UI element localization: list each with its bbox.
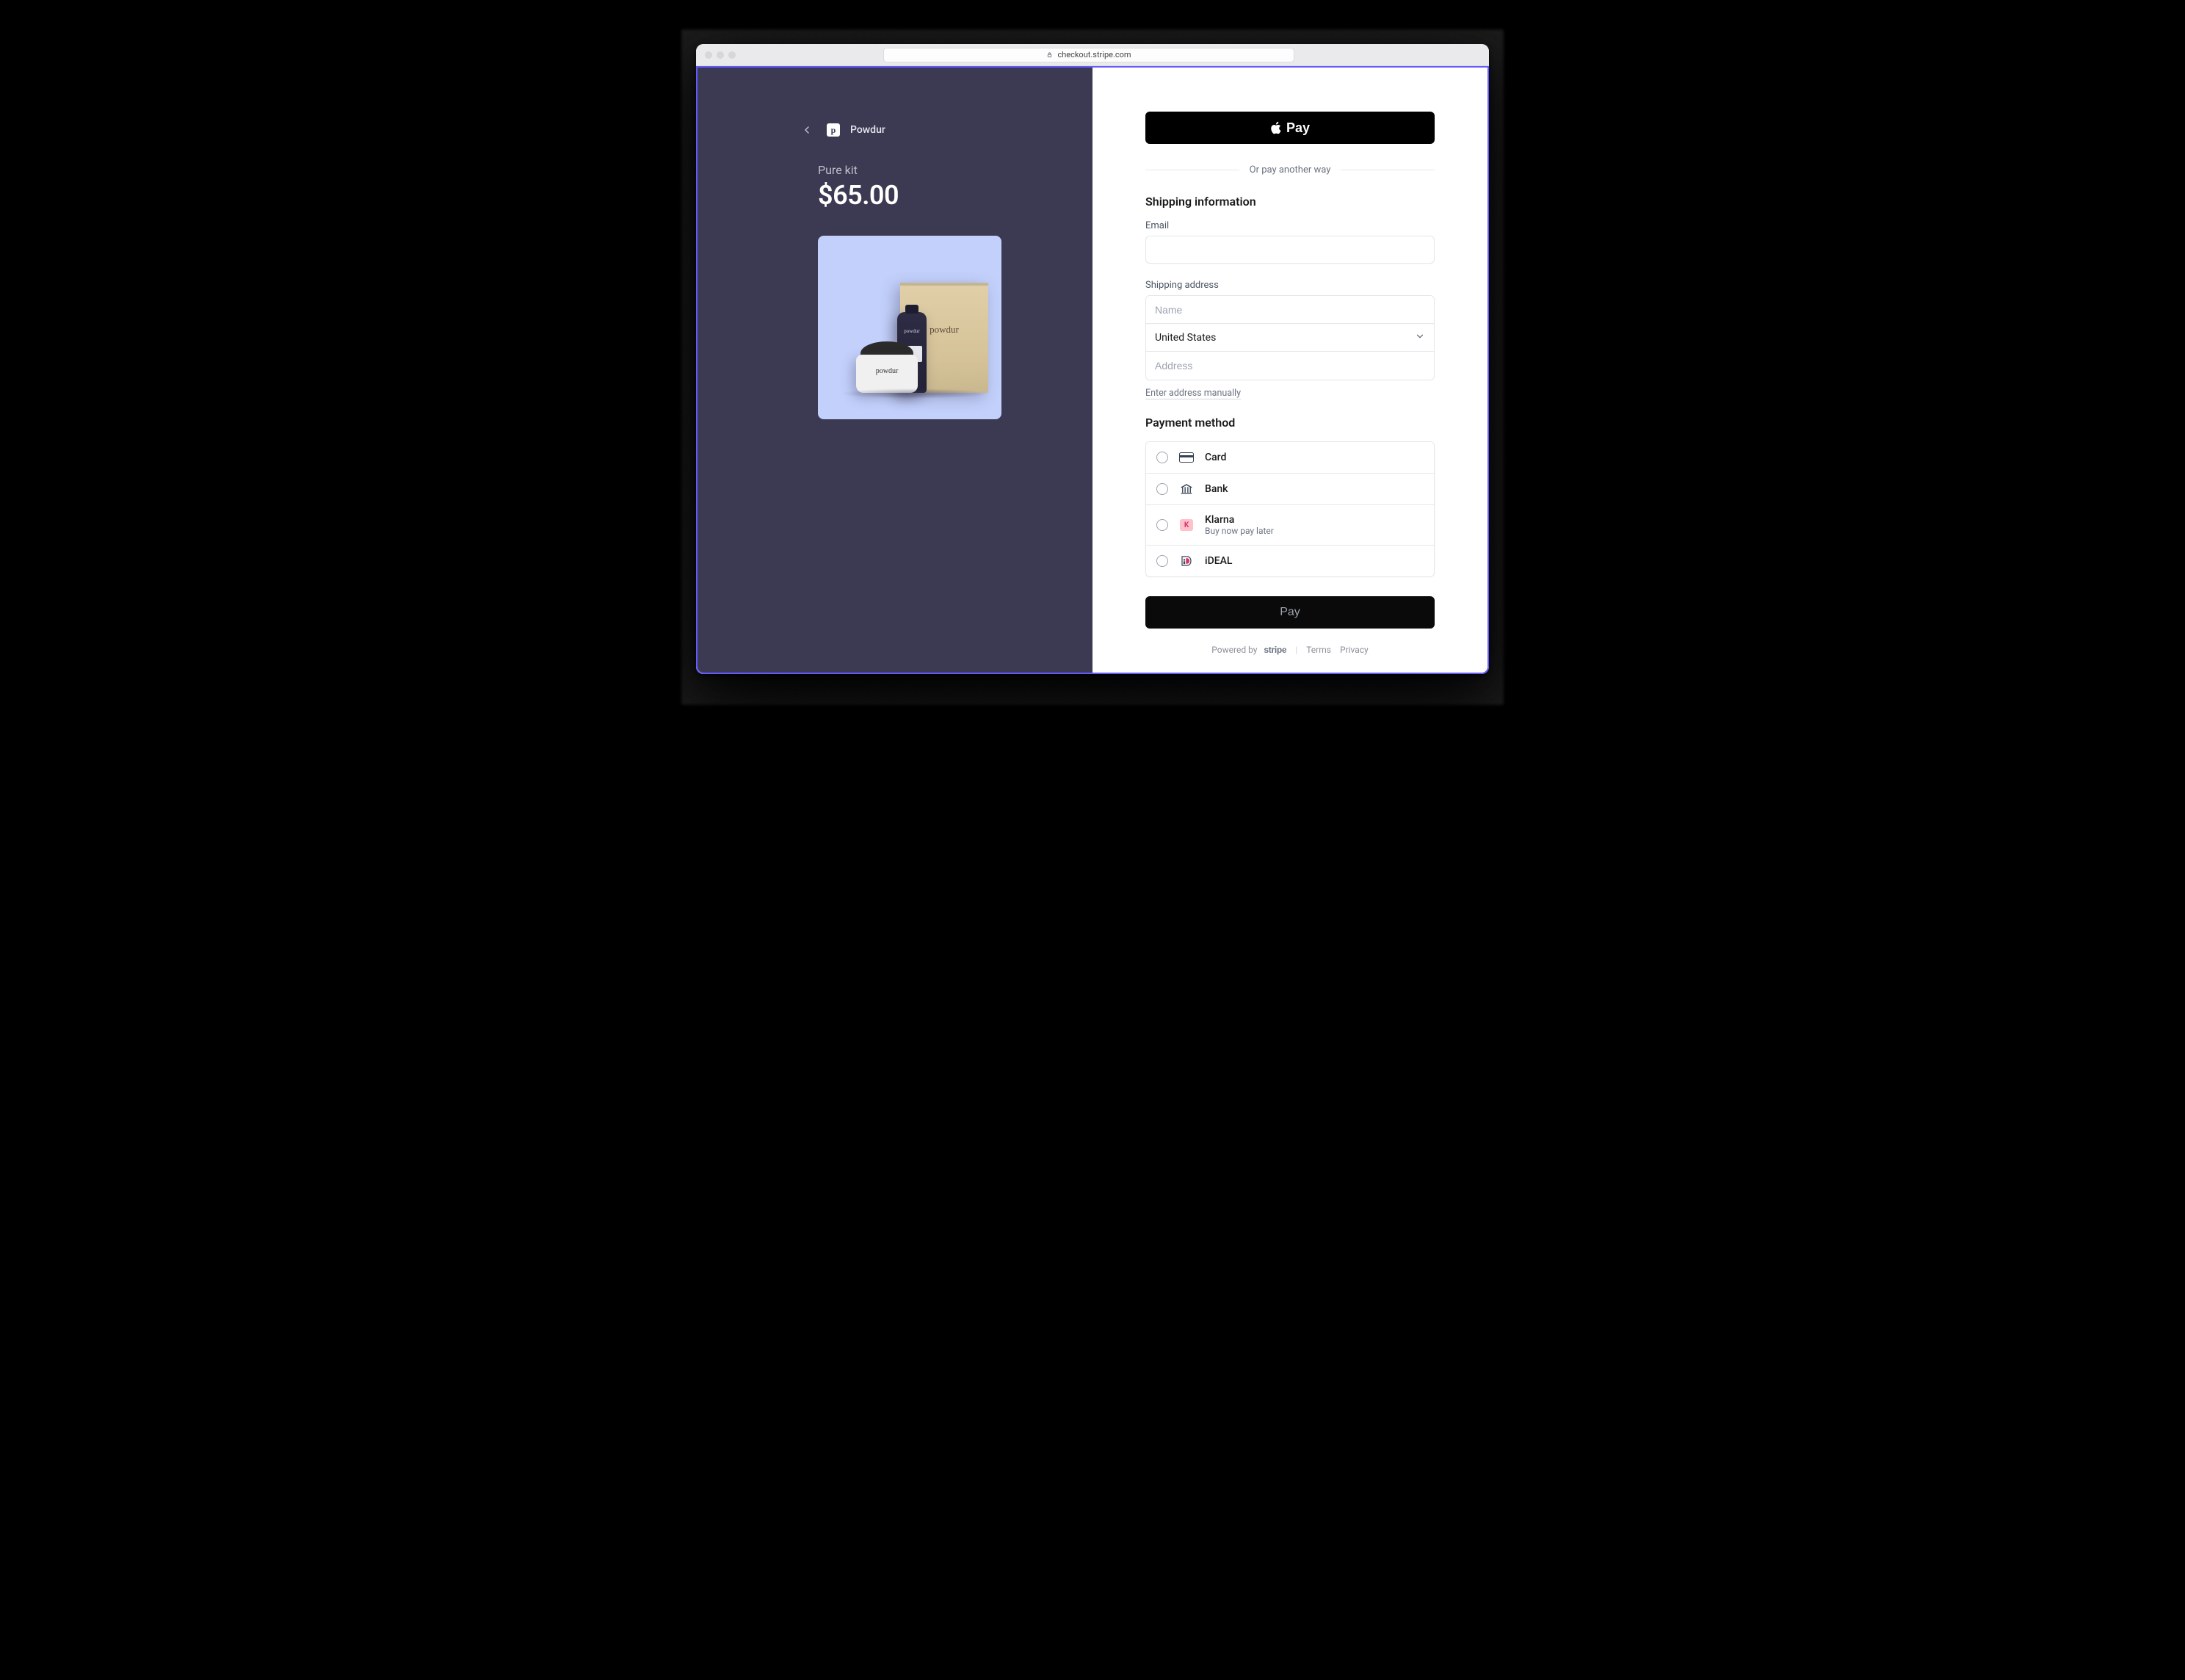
product-title: Pure kit xyxy=(818,163,1046,177)
powered-by-text: Powered by xyxy=(1211,645,1257,655)
shipping-heading: Shipping information xyxy=(1145,195,1435,209)
pay-button[interactable]: Pay xyxy=(1145,596,1435,629)
pm-label: Klarna xyxy=(1205,514,1274,526)
traffic-lights xyxy=(705,51,736,59)
bank-icon xyxy=(1178,482,1195,496)
ideal-icon xyxy=(1178,554,1195,568)
order-summary-pane: p Powdur Pure kit $65.00 powdur powdur xyxy=(697,68,1092,673)
terms-link[interactable]: Terms xyxy=(1306,645,1331,655)
shipping-address-label: Shipping address xyxy=(1145,280,1435,291)
tube-label-text: powdur xyxy=(897,328,927,334)
traffic-min[interactable] xyxy=(717,51,724,59)
url-text: checkout.stripe.com xyxy=(1057,50,1131,59)
browser-chrome: checkout.stripe.com xyxy=(696,44,1489,66)
traffic-close[interactable] xyxy=(705,51,712,59)
manual-address-link[interactable]: Enter address manually xyxy=(1145,388,1241,399)
jar-label-text: powdur xyxy=(876,367,899,375)
merchant-logo: p xyxy=(827,123,840,137)
privacy-link[interactable]: Privacy xyxy=(1340,645,1369,655)
product-price: $65.00 xyxy=(818,180,1046,211)
shipping-address-stack: United States xyxy=(1145,295,1435,380)
country-select[interactable]: United States xyxy=(1146,324,1434,352)
payment-method-list: Card Bank K Klarna Buy n xyxy=(1145,441,1435,577)
merchant-name: Powdur xyxy=(850,124,885,136)
klarna-icon: K xyxy=(1178,518,1195,532)
product-image: powdur powdur powdur xyxy=(818,236,1001,419)
pm-label: Card xyxy=(1205,452,1226,463)
radio-icon xyxy=(1156,452,1168,463)
radio-icon xyxy=(1156,555,1168,567)
url-bar[interactable]: checkout.stripe.com xyxy=(883,48,1294,62)
apple-pay-label: Pay xyxy=(1286,120,1310,136)
express-divider: Or pay another way xyxy=(1145,164,1435,175)
radio-icon xyxy=(1156,519,1168,531)
pm-option-ideal[interactable]: iDEAL xyxy=(1146,546,1434,576)
pm-option-bank[interactable]: Bank xyxy=(1146,474,1434,505)
divider-text: Or pay another way xyxy=(1250,164,1331,175)
country-value: United States xyxy=(1155,332,1216,344)
pay-button-label: Pay xyxy=(1280,606,1300,618)
pm-label: Bank xyxy=(1205,483,1228,495)
apple-icon xyxy=(1270,121,1283,134)
pm-option-klarna[interactable]: K Klarna Buy now pay later xyxy=(1146,505,1434,546)
payment-method-heading: Payment method xyxy=(1145,416,1435,430)
product-jar-illustration: powdur xyxy=(856,341,918,393)
pm-sublabel: Buy now pay later xyxy=(1205,526,1274,536)
chevron-down-icon xyxy=(1415,331,1425,344)
name-field[interactable] xyxy=(1146,296,1434,324)
pm-option-card[interactable]: Card xyxy=(1146,442,1434,474)
email-field[interactable] xyxy=(1145,236,1435,264)
traffic-max[interactable] xyxy=(728,51,736,59)
stripe-logo-text: stripe xyxy=(1264,645,1286,655)
browser-window: checkout.stripe.com p Powdur Pure kit $6… xyxy=(696,44,1489,674)
footer-separator: | xyxy=(1295,645,1297,655)
pm-label: iDEAL xyxy=(1205,555,1232,567)
payment-form-pane: Pay Or pay another way Shipping informat… xyxy=(1092,68,1488,673)
address-field[interactable] xyxy=(1146,352,1434,380)
email-label: Email xyxy=(1145,220,1435,231)
apple-pay-button[interactable]: Pay xyxy=(1145,112,1435,144)
radio-icon xyxy=(1156,483,1168,495)
card-icon xyxy=(1178,451,1195,464)
checkout-footer: Powered by stripe | Terms Privacy xyxy=(1145,645,1435,655)
checkout-viewport: p Powdur Pure kit $65.00 powdur powdur xyxy=(696,66,1489,674)
lock-icon xyxy=(1046,51,1053,58)
back-arrow-icon[interactable] xyxy=(797,120,816,140)
